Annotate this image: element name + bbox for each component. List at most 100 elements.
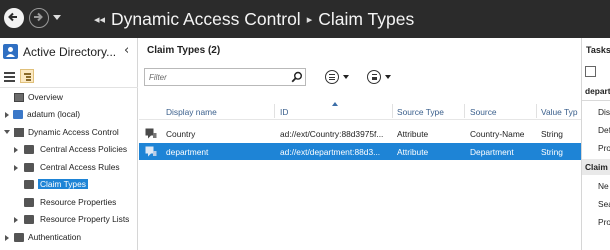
- folder-icon: [24, 163, 34, 172]
- folder-icon: [24, 180, 34, 189]
- chevron-down-icon: [385, 75, 391, 79]
- cell-id: ad://ext/Country:88d3975f...: [280, 129, 384, 139]
- back-arrow-icon: [8, 12, 17, 22]
- tree-node-label: Central Access Rules: [40, 162, 120, 172]
- navigation-pane: Active Directory... ‹ Overview adatum (l…: [0, 38, 138, 250]
- tree-node-label: Dynamic Access Control: [28, 127, 119, 137]
- navigation-view-toolbar: [0, 66, 138, 88]
- collapse-pane-chevron-icon[interactable]: ‹: [124, 43, 129, 58]
- cell-source: Country-Name: [470, 129, 525, 139]
- tree-node-label: Central Access Policies: [40, 144, 128, 154]
- dac-icon: [14, 128, 24, 137]
- task-link[interactable]: Pro: [598, 217, 610, 227]
- claim-type-icon: [145, 146, 157, 157]
- filter-input[interactable]: [146, 70, 286, 84]
- title-bar: ◂◂ Dynamic Access Control ▸ Claim Types: [0, 0, 610, 38]
- cell-source: Department: [470, 147, 514, 157]
- tree-node-central-access-policies[interactable]: Central Access Policies: [0, 142, 138, 158]
- column-divider[interactable]: [274, 104, 275, 118]
- table-row[interactable]: Country ad://ext/Country:88d3975f... Att…: [139, 125, 581, 142]
- task-link[interactable]: Def: [598, 125, 610, 135]
- cell-display-name: Country: [166, 129, 196, 139]
- cell-value-type: String: [541, 147, 563, 157]
- claim-types-section-header[interactable]: Claim T: [582, 159, 610, 175]
- tree-node-label: adatum (local): [27, 109, 81, 119]
- tree-node-label: Resource Property Lists: [40, 214, 130, 224]
- search-icon[interactable]: [291, 71, 303, 83]
- expand-arrow-icon[interactable]: [14, 217, 18, 223]
- active-directory-icon: [3, 44, 18, 59]
- column-divider[interactable]: [536, 104, 537, 118]
- view-options-button[interactable]: [325, 70, 351, 85]
- task-link[interactable]: Sea: [598, 199, 610, 209]
- chevron-down-icon: [343, 75, 349, 79]
- column-divider[interactable]: [464, 104, 465, 118]
- breadcrumb-item-claim-types[interactable]: Claim Types: [318, 9, 414, 30]
- filter-box: [144, 68, 306, 86]
- claim-types-pane: Claim Types (2) Display name ID Source T…: [139, 38, 581, 250]
- cell-display-name: department: [166, 147, 209, 157]
- folder-icon: [14, 233, 24, 242]
- tasks-pane: Tasks depart Dis Def Pro Claim T Ne Sea …: [581, 38, 610, 250]
- divider: [582, 100, 610, 101]
- domain-icon: [13, 110, 23, 119]
- navigation-pane-header: Active Directory... ‹: [0, 38, 138, 66]
- folder-icon: [24, 215, 34, 224]
- column-divider[interactable]: [392, 104, 393, 118]
- breadcrumb-item-dynamic-access-control[interactable]: Dynamic Access Control: [111, 9, 301, 30]
- save-query-icon: [367, 70, 381, 84]
- task-link[interactable]: Pro: [598, 143, 610, 153]
- sort-ascending-icon: [332, 102, 338, 106]
- tree-node-resource-property-lists[interactable]: Resource Property Lists: [0, 212, 138, 228]
- column-headers: Display name ID Source Type Source Value…: [139, 102, 581, 120]
- selected-item-section-header[interactable]: depart: [582, 83, 610, 99]
- task-link[interactable]: Ne: [598, 181, 609, 191]
- cell-source-type: Attribute: [397, 129, 429, 139]
- column-header-value-type[interactable]: Value Typ: [541, 107, 577, 117]
- expand-arrow-icon[interactable]: [5, 235, 9, 241]
- tree-view-icon[interactable]: [20, 69, 34, 83]
- cell-id: ad://ext/department:88d3...: [280, 147, 381, 157]
- tree-node-claim-types[interactable]: Claim Types: [0, 177, 138, 193]
- navigation-pane-title: Active Directory...: [23, 45, 117, 59]
- tree-node-label: Overview: [28, 92, 63, 102]
- tree-node-label: Resource Properties: [40, 197, 117, 207]
- tree-node-dynamic-access-control[interactable]: Dynamic Access Control: [0, 125, 138, 141]
- task-link[interactable]: Dis: [598, 107, 610, 117]
- forward-arrow-icon: [34, 12, 43, 22]
- tasks-pane-title: Tasks: [586, 45, 610, 55]
- tree-node-label: Claim Types: [38, 179, 88, 189]
- tasks-options-icon[interactable]: [585, 66, 596, 77]
- folder-icon: [24, 198, 34, 207]
- tree-node-authentication[interactable]: Authentication: [0, 230, 138, 246]
- tree-node-adatum[interactable]: adatum (local): [0, 107, 138, 123]
- tree-node-label: Authentication: [28, 232, 82, 242]
- save-query-button[interactable]: [367, 70, 393, 85]
- breadcrumb-separator-icon: ▸: [306, 13, 313, 26]
- expand-arrow-icon[interactable]: [5, 112, 9, 118]
- claim-type-icon: [145, 128, 157, 139]
- expand-arrow-icon[interactable]: [14, 147, 18, 153]
- folder-icon: [24, 145, 34, 154]
- cell-source-type: Attribute: [397, 147, 429, 157]
- breadcrumb: ◂◂ Dynamic Access Control ▸ Claim Types: [88, 6, 414, 32]
- forward-button[interactable]: [29, 8, 49, 28]
- back-button[interactable]: [4, 8, 24, 28]
- tree-node-overview[interactable]: Overview: [0, 90, 138, 106]
- tree-node-resource-properties[interactable]: Resource Properties: [0, 195, 138, 211]
- history-dropdown-icon[interactable]: [53, 15, 61, 20]
- list-options-icon: [325, 70, 339, 84]
- list-view-icon[interactable]: [4, 71, 15, 82]
- expand-arrow-icon[interactable]: [14, 165, 18, 171]
- table-row-selected[interactable]: department ad://ext/department:88d3... A…: [139, 143, 581, 160]
- server-icon: [14, 93, 24, 102]
- collapse-arrow-icon[interactable]: [4, 130, 10, 134]
- breadcrumb-root-chevron-icon[interactable]: ◂◂: [94, 13, 105, 26]
- cell-value-type: String: [541, 129, 563, 139]
- column-header-source[interactable]: Source: [470, 107, 497, 117]
- pane-title: Claim Types (2): [147, 45, 221, 56]
- column-header-source-type[interactable]: Source Type: [397, 107, 444, 117]
- column-header-display-name[interactable]: Display name: [166, 107, 217, 117]
- column-header-id[interactable]: ID: [280, 107, 288, 117]
- tree-node-central-access-rules[interactable]: Central Access Rules: [0, 160, 138, 176]
